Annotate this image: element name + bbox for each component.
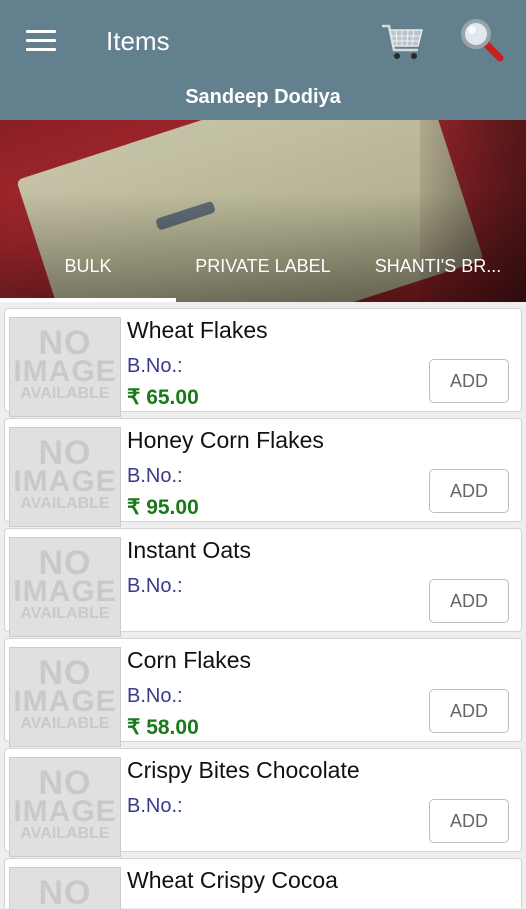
item-name: Corn Flakes: [127, 647, 251, 673]
item-batch-no: B.No.:: [127, 575, 183, 597]
tab-bulk[interactable]: BULK: [0, 246, 176, 296]
page-title: Items: [106, 26, 170, 56]
item-batch-no: B.No.:: [127, 465, 183, 487]
item-price: ₹ 95.00: [127, 496, 199, 519]
app-bar: Items Sandeep Dodiya: [0, 0, 526, 120]
item-price: ₹ 65.00: [127, 386, 199, 409]
no-image-placeholder: NO IMAGE AVAILABLE: [9, 647, 121, 747]
tab-shantis-brand[interactable]: SHANTI'S BR...: [350, 246, 526, 296]
list-item[interactable]: NO IMAGE AVAILABLE Corn Flakes B.No.: ₹ 58…: [4, 638, 522, 747]
no-image-placeholder: NO IMAGE AVAILABLE: [9, 537, 121, 637]
no-image-placeholder: NO: [9, 867, 121, 909]
user-name: Sandeep Dodiya: [185, 86, 341, 108]
no-image-placeholder: NO IMAGE AVAILABLE: [9, 757, 121, 857]
search-icon[interactable]: [458, 16, 506, 64]
category-tabs: BULK PRIVATE LABEL SHANTI'S BR...: [0, 246, 526, 302]
add-button[interactable]: ADD: [429, 469, 509, 513]
item-name: Crispy Bites Chocolate: [127, 757, 360, 783]
item-batch-no: B.No.:: [127, 795, 183, 817]
tab-indicator: [0, 298, 176, 302]
no-image-placeholder: NO IMAGE AVAILABLE: [9, 427, 121, 527]
item-price: ₹ 58.00: [127, 716, 199, 739]
list-item[interactable]: NO IMAGE AVAILABLE Instant Oats B.No.: ADD: [4, 528, 522, 637]
tab-private-label[interactable]: PRIVATE LABEL: [176, 246, 350, 296]
item-batch-no: B.No.:: [127, 355, 183, 377]
list-item[interactable]: NO IMAGE AVAILABLE Wheat Flakes B.No.: ₹ 6…: [4, 308, 522, 417]
cart-icon[interactable]: [380, 18, 426, 64]
add-button[interactable]: ADD: [429, 579, 509, 623]
item-name: Instant Oats: [127, 537, 252, 563]
add-button[interactable]: ADD: [429, 689, 509, 733]
item-name: Wheat Crispy Cocoa: [127, 867, 338, 893]
item-name: Wheat Flakes: [127, 317, 268, 343]
add-button[interactable]: ADD: [429, 359, 509, 403]
item-name: Honey Corn Flakes: [127, 427, 324, 453]
list-item[interactable]: NO IMAGE AVAILABLE Crispy Bites Chocolate …: [4, 748, 522, 857]
list-item[interactable]: NO Wheat Crispy Cocoa: [4, 858, 522, 909]
add-button[interactable]: ADD: [429, 799, 509, 843]
menu-icon[interactable]: [26, 30, 56, 54]
list-item[interactable]: NO IMAGE AVAILABLE Honey Corn Flakes B.No.…: [4, 418, 522, 527]
no-image-placeholder: NO IMAGE AVAILABLE: [9, 317, 121, 417]
item-batch-no: B.No.:: [127, 685, 183, 707]
